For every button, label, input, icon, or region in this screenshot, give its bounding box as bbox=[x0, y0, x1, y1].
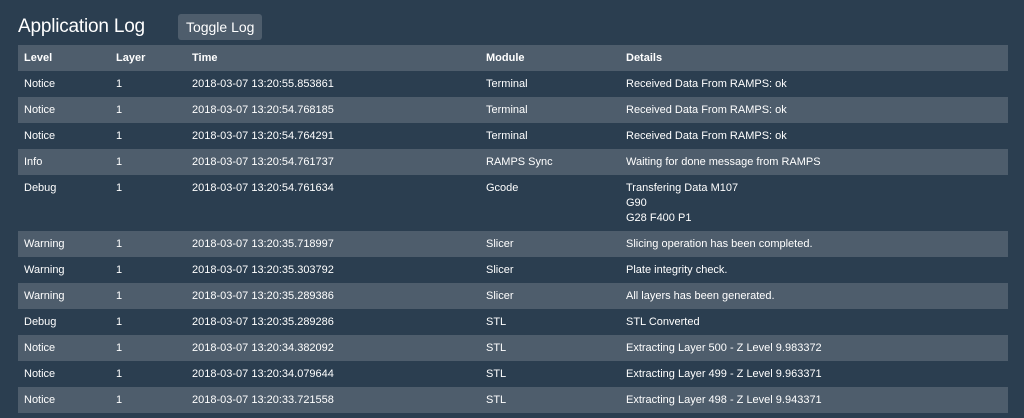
cell-details: Extracting Layer 498 - Z Level 9.943371 bbox=[620, 387, 1008, 413]
details-line: STL Converted bbox=[626, 316, 700, 328]
table-row: Debug 1 2018-03-07 13:20:35.289286 STL STL C… bbox=[18, 309, 1008, 335]
details-line: G28 F400 P1 bbox=[626, 212, 692, 224]
cell-layer: 1 bbox=[116, 290, 123, 302]
cell-module: Slicer bbox=[486, 238, 514, 250]
table-row: Notice 1 2018-03-07 13:20:54.764291 Termina… bbox=[18, 123, 1008, 149]
details-line: Received Data From RAMPS: ok bbox=[626, 78, 787, 90]
cell-module: Gcode bbox=[486, 182, 519, 194]
cell-time: 2018-03-07 13:20:33.721558 bbox=[192, 394, 334, 406]
cell-level: Notice bbox=[24, 130, 56, 142]
cell-module: Terminal bbox=[486, 130, 528, 142]
log-body: Notice 1 2018-03-07 13:20:55.853861 Termina… bbox=[18, 71, 1008, 413]
details-line: Received Data From RAMPS: ok bbox=[626, 130, 787, 142]
cell-details: Received Data From RAMPS: ok bbox=[620, 97, 1008, 123]
cell-time: 2018-03-07 13:20:54.761634 bbox=[192, 182, 334, 194]
cell-time: 2018-03-07 13:20:35.303792 bbox=[192, 264, 334, 276]
details-line: Extracting Layer 499 - Z Level 9.963371 bbox=[626, 368, 822, 380]
cell-layer: 1 bbox=[116, 130, 123, 142]
cell-layer: 1 bbox=[116, 182, 123, 194]
cell-details: Extracting Layer 500 - Z Level 9.983372 bbox=[620, 335, 1008, 361]
cell-module: STL bbox=[486, 342, 507, 354]
cell-details: Received Data From RAMPS: ok bbox=[620, 123, 1008, 149]
table-row: Notice 1 2018-03-07 13:20:33.721558 STL Extr… bbox=[18, 387, 1008, 413]
table-row: Debug 1 2018-03-07 13:20:54.761634 Gcode Tra… bbox=[18, 175, 1008, 231]
table-row: Notice 1 2018-03-07 13:20:54.768185 Termina… bbox=[18, 97, 1008, 123]
table-header-row: Level Layer Time Module Details bbox=[18, 45, 1008, 71]
cell-level: Debug bbox=[24, 182, 57, 194]
details-line: G90 bbox=[626, 197, 647, 209]
column-header-level[interactable]: Level bbox=[18, 45, 110, 71]
table-row: Warning 1 2018-03-07 13:20:35.303792 Slicer… bbox=[18, 257, 1008, 283]
details-line: Waiting for done message from RAMPS bbox=[626, 156, 821, 168]
cell-details: All layers has been generated. bbox=[620, 283, 1008, 309]
cell-level: Info bbox=[24, 156, 43, 168]
column-header-time[interactable]: Time bbox=[186, 45, 480, 71]
cell-time: 2018-03-07 13:20:55.853861 bbox=[192, 78, 334, 90]
cell-details: Slicing operation has been completed. bbox=[620, 231, 1008, 257]
cell-layer: 1 bbox=[116, 394, 123, 406]
details-line: Slicing operation has been completed. bbox=[626, 238, 813, 250]
table-row: Warning 1 2018-03-07 13:20:35.718997 Slicer… bbox=[18, 231, 1008, 257]
cell-level: Debug bbox=[24, 316, 57, 328]
details-line: Extracting Layer 498 - Z Level 9.943371 bbox=[626, 394, 822, 406]
table-row: Warning 1 2018-03-07 13:20:35.289386 Slicer… bbox=[18, 283, 1008, 309]
cell-time: 2018-03-07 13:20:54.761737 bbox=[192, 156, 334, 168]
cell-layer: 1 bbox=[116, 156, 123, 168]
cell-details: Extracting Layer 499 - Z Level 9.963371 bbox=[620, 361, 1008, 387]
cell-layer: 1 bbox=[116, 316, 123, 328]
table-row: Notice 1 2018-03-07 13:20:34.382092 STL Extr… bbox=[18, 335, 1008, 361]
cell-level: Notice bbox=[24, 104, 56, 116]
application-log-table: Level Layer Time Module Details Notice 1 2… bbox=[18, 45, 1008, 413]
table-row: Notice 1 2018-03-07 13:20:55.853861 Termina… bbox=[18, 71, 1008, 97]
log-header: Application Log Toggle Log bbox=[18, 14, 263, 40]
cell-level: Warning bbox=[24, 238, 65, 250]
cell-time: 2018-03-07 13:20:54.768185 bbox=[192, 104, 334, 116]
toggle-log-button[interactable]: Toggle Log bbox=[177, 14, 263, 40]
cell-layer: 1 bbox=[116, 104, 123, 116]
details-line: Transfering Data M107 bbox=[626, 182, 739, 194]
cell-time: 2018-03-07 13:20:54.764291 bbox=[192, 130, 334, 142]
cell-details: STL Converted bbox=[620, 309, 1008, 335]
cell-module: Terminal bbox=[486, 104, 528, 116]
page-title: Application Log bbox=[18, 16, 145, 37]
cell-module: Slicer bbox=[486, 264, 514, 276]
column-header-details[interactable]: Details bbox=[620, 45, 1008, 71]
cell-module: Terminal bbox=[486, 78, 528, 90]
cell-module: STL bbox=[486, 316, 507, 328]
cell-level: Notice bbox=[24, 342, 56, 354]
cell-layer: 1 bbox=[116, 264, 123, 276]
column-header-module[interactable]: Module bbox=[480, 45, 620, 71]
cell-time: 2018-03-07 13:20:35.289286 bbox=[192, 316, 334, 328]
details-line: Received Data From RAMPS: ok bbox=[626, 104, 787, 116]
cell-layer: 1 bbox=[116, 368, 123, 380]
cell-details: Plate integrity check. bbox=[620, 257, 1008, 283]
cell-module: STL bbox=[486, 394, 507, 406]
cell-module: RAMPS Sync bbox=[486, 156, 553, 168]
cell-details: Received Data From RAMPS: ok bbox=[620, 71, 1008, 97]
column-header-layer[interactable]: Layer bbox=[110, 45, 186, 71]
cell-level: Warning bbox=[24, 290, 65, 302]
details-line: Extracting Layer 500 - Z Level 9.983372 bbox=[626, 342, 822, 354]
details-line: Plate integrity check. bbox=[626, 264, 728, 276]
cell-layer: 1 bbox=[116, 342, 123, 354]
cell-module: STL bbox=[486, 368, 507, 380]
cell-layer: 1 bbox=[116, 238, 123, 250]
cell-level: Warning bbox=[24, 264, 65, 276]
cell-details: Transfering Data M107 G90 G28 F400 P1 bbox=[620, 175, 1008, 231]
cell-level: Notice bbox=[24, 78, 56, 90]
cell-time: 2018-03-07 13:20:35.718997 bbox=[192, 238, 334, 250]
cell-level: Notice bbox=[24, 368, 56, 380]
cell-details: Waiting for done message from RAMPS bbox=[620, 149, 1008, 175]
details-line: All layers has been generated. bbox=[626, 290, 775, 302]
cell-level: Notice bbox=[24, 394, 56, 406]
cell-time: 2018-03-07 13:20:34.079644 bbox=[192, 368, 334, 380]
cell-module: Slicer bbox=[486, 290, 514, 302]
cell-time: 2018-03-07 13:20:34.382092 bbox=[192, 342, 334, 354]
cell-layer: 1 bbox=[116, 78, 123, 90]
cell-time: 2018-03-07 13:20:35.289386 bbox=[192, 290, 334, 302]
table-row: Info 1 2018-03-07 13:20:54.761737 RAMPS Syn… bbox=[18, 149, 1008, 175]
table-row: Notice 1 2018-03-07 13:20:34.079644 STL Extr… bbox=[18, 361, 1008, 387]
